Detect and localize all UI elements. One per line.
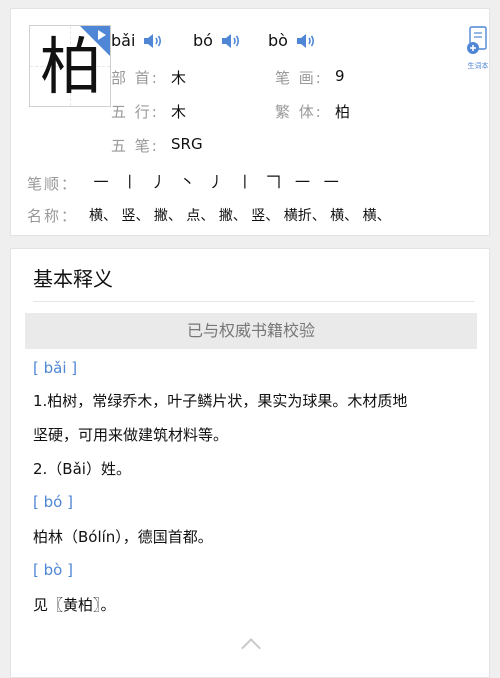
- add-to-vocabulary-label: 生词本: [467, 62, 489, 70]
- wubi-label: 五 笔:: [111, 137, 159, 155]
- definition-line: 柏林（Bólín），德国首都。: [33, 528, 213, 546]
- stroke-name: 竖、: [121, 208, 150, 224]
- divider: [33, 301, 475, 302]
- pronunciation-text: bó: [193, 31, 213, 50]
- entry-pinyin: [ bó ]: [33, 493, 73, 511]
- traditional-label: 繁 体:: [275, 103, 323, 121]
- radical-label: 部 首:: [111, 69, 159, 87]
- stroke-names-label: 名称：: [27, 207, 79, 225]
- pronunciation-text: bò: [268, 31, 288, 50]
- stroke-glyph: 丨: [237, 173, 253, 191]
- wuxing-label: 五 行:: [111, 103, 159, 121]
- definition-line: 见〖黄柏〗。: [33, 596, 116, 614]
- speaker-icon[interactable]: [143, 33, 163, 49]
- strokes-value: 9: [335, 67, 345, 85]
- play-icon[interactable]: [98, 30, 106, 40]
- basic-meaning-card: 基本释义 已与权威书籍校验 [ bǎi ] 1.柏树，常绿乔木，叶子鳞片状，果实…: [10, 248, 490, 678]
- stroke-order-label: 笔顺：: [27, 175, 79, 193]
- stroke-glyph: 一: [93, 173, 109, 191]
- stroke-glyph: 丶: [179, 173, 195, 191]
- character-card: 柏 bǎi bó bò 生词本 部 首: 木 笔 画: 9 五 行: 木 繁 体…: [10, 8, 490, 236]
- stroke-glyph: 一: [323, 173, 339, 191]
- wuxing-value: 木: [171, 103, 187, 121]
- stroke-name: 点、: [186, 208, 215, 224]
- definition-line: 2.（Bǎi）姓。: [33, 460, 131, 478]
- pronunciation-bo2[interactable]: bó: [193, 31, 241, 50]
- notebook-add-icon: [467, 26, 487, 54]
- collapse-arrow-icon[interactable]: [241, 638, 261, 658]
- verified-banner: 已与权威书籍校验: [25, 313, 477, 349]
- strokes-label: 笔 画:: [275, 69, 323, 87]
- traditional-value: 柏: [335, 103, 351, 121]
- definition-line: 坚硬，可用来做建筑材料等。: [33, 426, 229, 444]
- stroke-glyph: 丨: [122, 173, 138, 191]
- stroke-glyph: 𠃍: [266, 173, 282, 191]
- stroke-order-list: 一 丨 丿 丶 丿 丨 𠃍 一 一: [89, 171, 343, 192]
- entry-pinyin: [ bǎi ]: [33, 359, 78, 377]
- radical-value: 木: [171, 69, 187, 87]
- pronunciation-text: bǎi: [111, 31, 136, 50]
- stroke-name: 竖、: [251, 208, 280, 224]
- stroke-name: 横、: [330, 208, 359, 224]
- add-to-vocabulary-button[interactable]: 生词本: [463, 25, 493, 70]
- wubi-value: SRG: [171, 135, 203, 153]
- stroke-names-list: 横、 竖、 撇、 点、 撇、 竖、 横折、 横、 横、: [89, 205, 391, 225]
- stroke-name: 横、: [362, 208, 391, 224]
- stroke-name: 横、: [89, 208, 117, 224]
- stroke-glyph: 一: [294, 173, 310, 191]
- character-glyph-box[interactable]: 柏: [29, 25, 111, 107]
- speaker-icon[interactable]: [221, 33, 241, 49]
- stroke-glyph: 丿: [208, 173, 224, 191]
- entry-pinyin: [ bò ]: [33, 561, 73, 579]
- pronunciation-bo4[interactable]: bò: [268, 31, 316, 50]
- speaker-icon[interactable]: [296, 33, 316, 49]
- pronunciation-bai[interactable]: bǎi: [111, 31, 163, 50]
- stroke-name: 撇、: [218, 208, 247, 224]
- stroke-name: 撇、: [153, 208, 182, 224]
- definition-line: 1.柏树，常绿乔木，叶子鳞片状，果实为球果。木材质地: [33, 392, 408, 410]
- stroke-name: 横折、: [283, 208, 326, 224]
- section-title: 基本释义: [33, 267, 113, 291]
- stroke-glyph: 丿: [151, 173, 167, 191]
